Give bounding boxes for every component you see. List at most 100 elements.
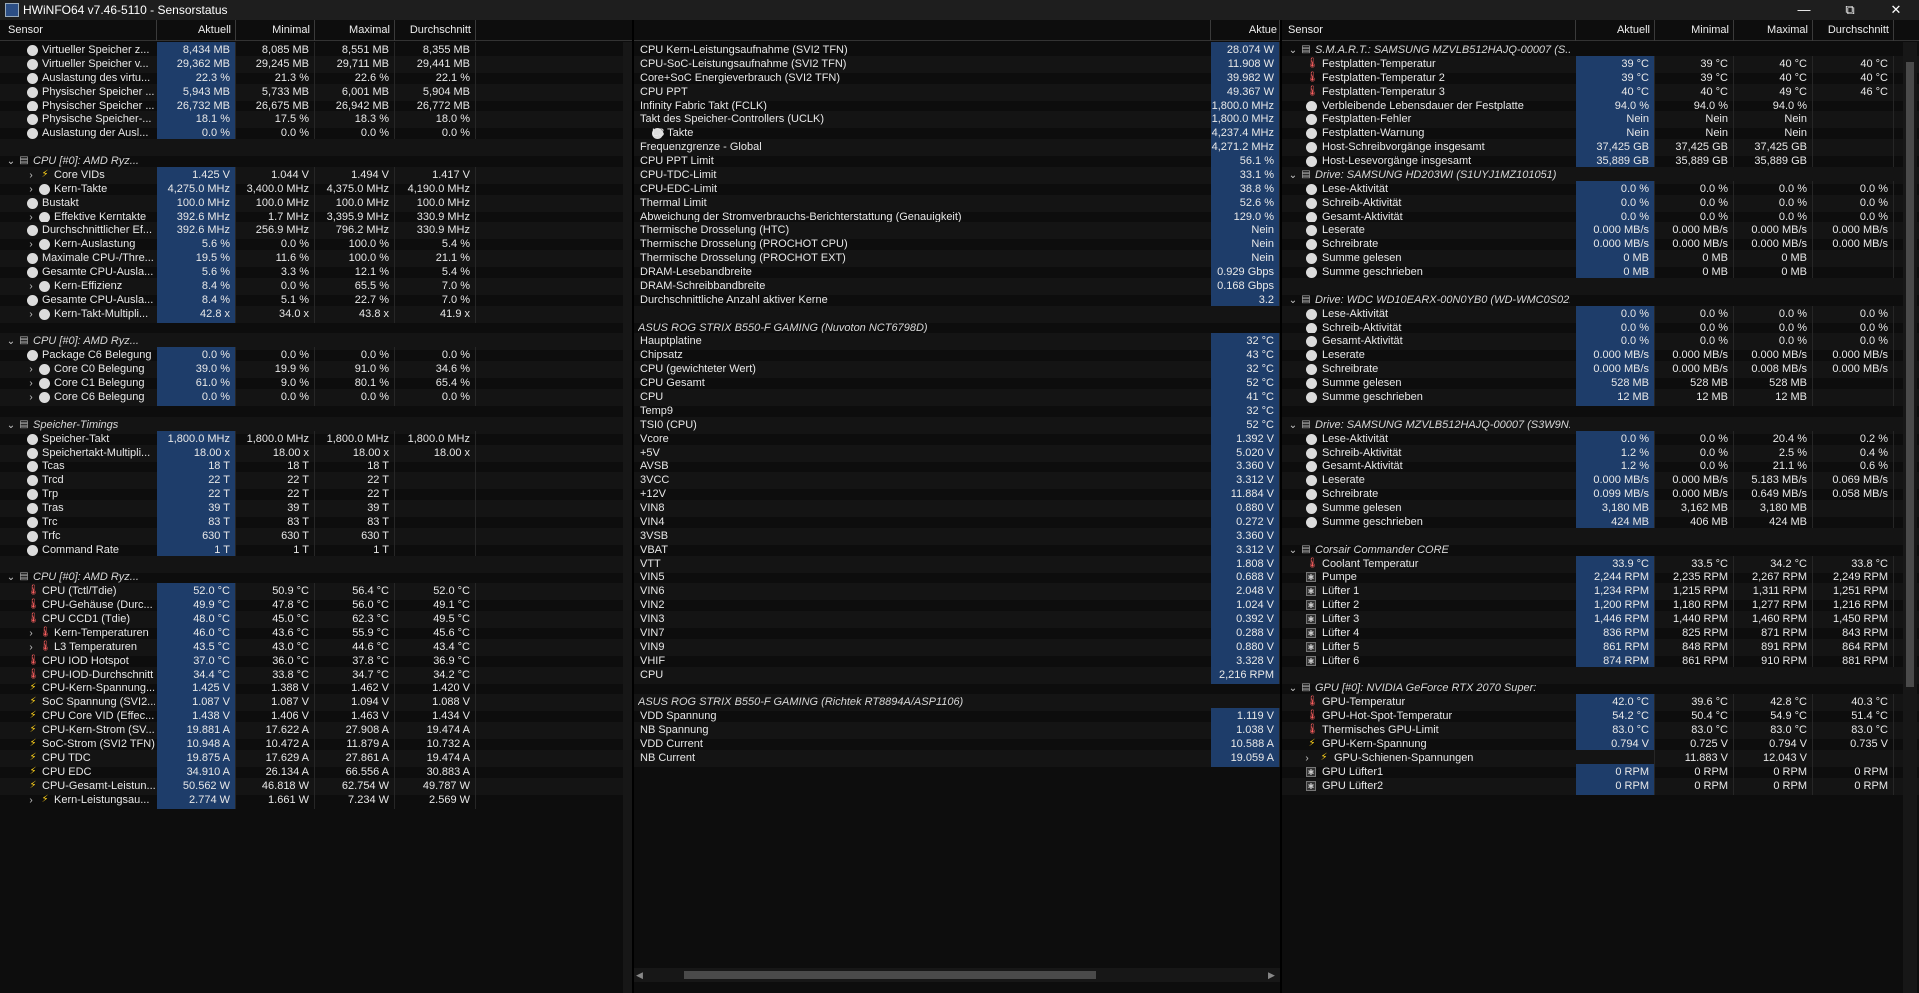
scroll-right-arrow-icon[interactable]: ▶ <box>1268 968 1278 982</box>
vertical-scrollbar-right[interactable] <box>1903 42 1917 993</box>
expand-icon[interactable]: › <box>26 792 36 809</box>
gauge-icon <box>27 45 38 56</box>
column-header-row: Aktue <box>634 20 1280 41</box>
fan-icon: ✱ <box>1306 641 1316 652</box>
fan-icon: ✱ <box>1306 780 1316 791</box>
sensor-row[interactable]: ✱ GPU Lüfter2 0 RPM 0 RPM 0 RPM 0 RPM <box>1282 777 1919 795</box>
thermometer-icon: 🌡 <box>27 668 40 680</box>
sensor-list-right: ⌄ ▤ S.M.A.R.T.: SAMSUNG MZVLB512HAJQ-00007… <box>1282 42 1919 993</box>
horizontal-scroll-thumb[interactable] <box>684 971 1096 979</box>
gauge-icon <box>1306 100 1317 112</box>
thermometer-icon: 🌡 <box>39 626 52 638</box>
gauge-icon <box>27 489 38 501</box>
maximize-button[interactable]: ⧉ <box>1827 0 1873 20</box>
sensor-panel-middle: Aktue CPU Kern-Leistungsaufnahme (SVI2 T… <box>634 20 1280 993</box>
device-icon: ▤ <box>1301 293 1311 305</box>
gauge-icon <box>1306 516 1317 528</box>
column-header-current[interactable]: Aktuell <box>1576 20 1655 41</box>
fan-icon: ✱ <box>1306 766 1316 777</box>
lightning-icon: ⚡ <box>29 765 37 777</box>
device-icon: ▤ <box>1301 418 1311 430</box>
column-header-minimum[interactable]: Minimal <box>236 20 315 41</box>
column-header-minimum[interactable]: Minimal <box>1655 20 1734 41</box>
gauge-icon <box>39 364 50 376</box>
gauge-icon <box>27 530 38 542</box>
gauge-icon <box>39 183 50 195</box>
device-icon: ▤ <box>1301 168 1311 180</box>
value-current: 19.059 A <box>1211 749 1280 767</box>
gauge-icon <box>1306 392 1317 403</box>
sensor-panel-left: Sensor Aktuell Minimal Maximal Durchschn… <box>0 20 632 993</box>
device-icon: ▤ <box>1301 44 1311 55</box>
lightning-icon: ⚡ <box>41 168 49 180</box>
horizontal-scrollbar[interactable]: ◀ ▶ <box>634 968 1280 982</box>
gauge-icon <box>27 225 38 237</box>
fan-icon: ✱ <box>1306 586 1316 597</box>
fan-icon: ✱ <box>1306 572 1316 583</box>
column-header-row: Sensor Aktuell Minimal Maximal Durchschn… <box>0 20 632 41</box>
gauge-icon <box>1306 503 1317 515</box>
gauge-icon <box>1306 156 1317 168</box>
gauge-icon <box>39 211 50 223</box>
column-header-maximum[interactable]: Maximal <box>1734 20 1813 41</box>
lightning-icon: ⚡ <box>29 724 37 736</box>
column-header-current[interactable]: Aktue <box>1211 20 1280 41</box>
thermometer-icon: 🌡 <box>1306 710 1319 722</box>
gauge-icon <box>1306 322 1317 334</box>
sensor-panel-right: Sensor Aktuell Minimal Maximal Durchschn… <box>1282 20 1919 993</box>
vertical-scroll-thumb[interactable] <box>1906 62 1914 687</box>
column-header-average[interactable]: Durchschnitt <box>1813 20 1894 41</box>
value-maximum: 7.234 W <box>315 791 395 809</box>
gauge-icon <box>27 461 38 473</box>
gauge-icon <box>27 253 38 265</box>
thermometer-icon: 🌡 <box>1306 85 1319 97</box>
app-icon <box>5 3 19 17</box>
title-bar: HWiNFO64 v7.46-5110 - Sensorstatus — ⧉ ✕ <box>0 0 1919 20</box>
device-icon: ▤ <box>19 335 29 347</box>
device-icon: ▤ <box>19 155 29 167</box>
gauge-icon <box>1306 239 1317 251</box>
lightning-icon: ⚡ <box>1320 751 1328 763</box>
thermometer-icon: 🌡 <box>27 599 40 611</box>
gauge-icon <box>39 239 50 251</box>
sensor-row[interactable]: NB Current 19.059 A <box>634 749 1280 767</box>
fan-icon: ✱ <box>1306 600 1316 611</box>
column-header-sensor[interactable]: Sensor <box>0 20 157 41</box>
sensor-row[interactable]: › ⚡ Kern-Leistungsau... 2.774 W 1.661 W 7.234… <box>0 791 632 809</box>
column-header-current[interactable]: Aktuell <box>157 20 236 41</box>
lightning-icon: ⚡ <box>29 738 37 749</box>
gauge-icon <box>1306 197 1317 209</box>
scroll-left-arrow-icon[interactable]: ◀ <box>636 968 646 982</box>
column-header-average[interactable]: Durchschnitt <box>395 20 476 41</box>
lightning-icon: ⚡ <box>29 710 37 722</box>
gauge-icon <box>1306 211 1317 223</box>
thermometer-icon: 🌡 <box>27 585 40 597</box>
thermometer-icon: 🌡 <box>1306 696 1319 708</box>
window-title: HWiNFO64 v7.46-5110 - Sensorstatus <box>23 3 228 17</box>
value-minimum: 1.661 W <box>236 791 315 809</box>
gauge-icon <box>27 72 38 84</box>
sensor-name: Kern-Leistungsau... <box>54 793 150 806</box>
lightning-icon: ⚡ <box>29 696 37 708</box>
sensor-list-middle: CPU Kern-Leistungsaufnahme (SVI2 TFN) 28.… <box>634 42 1280 993</box>
column-header-maximum[interactable]: Maximal <box>315 20 395 41</box>
column-header-sensor[interactable]: Sensor <box>1282 20 1576 41</box>
value-maximum: 0 RPM <box>1734 777 1813 795</box>
fan-icon: ✱ <box>1306 627 1316 638</box>
vertical-scrollbar-left[interactable] <box>623 42 632 993</box>
fan-icon: ✱ <box>1306 614 1316 625</box>
gauge-icon <box>27 503 38 515</box>
column-header-sensor <box>634 20 1211 41</box>
gauge-icon <box>27 197 38 209</box>
value-average: 0 RPM <box>1813 777 1894 795</box>
gauge-icon <box>27 100 38 112</box>
gauge-icon <box>27 433 38 445</box>
gauge-icon <box>27 350 38 362</box>
minimize-button[interactable]: — <box>1781 0 1827 20</box>
gauge-icon <box>39 392 50 403</box>
gauge-icon <box>27 516 38 528</box>
fan-icon: ✱ <box>1306 655 1316 666</box>
device-icon: ▤ <box>19 571 29 583</box>
gauge-icon <box>1306 253 1317 265</box>
close-button[interactable]: ✕ <box>1873 0 1919 20</box>
